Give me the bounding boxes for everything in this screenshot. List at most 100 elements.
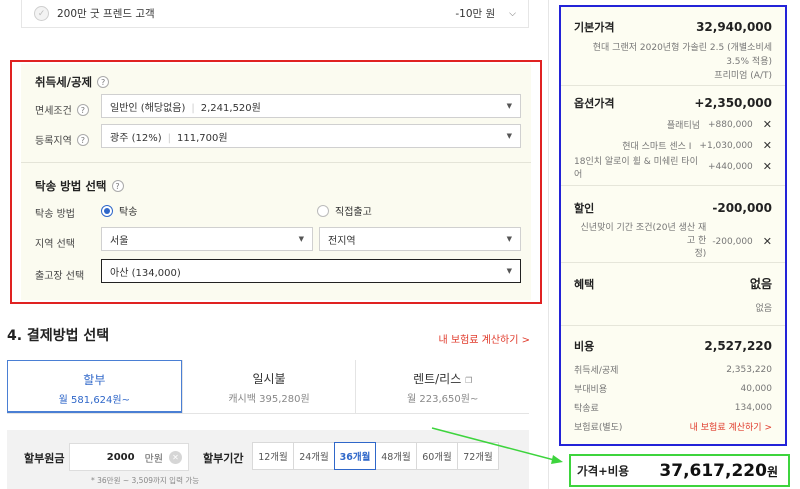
cost-row-value: 40,000 <box>740 383 773 394</box>
summary-divider <box>561 85 785 86</box>
region-amount: 111,700원 <box>176 132 228 144</box>
help-icon[interactable]: ? <box>76 104 89 116</box>
period-12[interactable]: 12개월 <box>252 442 294 470</box>
period-48[interactable]: 48개월 <box>375 442 417 470</box>
cost-row: 취득세/공제 2,353,220 <box>574 360 772 379</box>
help-icon[interactable]: ? <box>111 180 124 192</box>
factory-select[interactable]: 아산 (134,000) ▼ <box>101 259 521 283</box>
period-72[interactable]: 72개월 <box>457 442 499 470</box>
tax-section-title: 취득세/공제? <box>35 74 110 90</box>
principal-unit: 만원 <box>144 453 163 465</box>
dropdown-arrow-icon: ▼ <box>506 132 512 140</box>
discount-item-price: -200,000 <box>712 236 753 247</box>
tab-rent-lease[interactable]: 렌트/리스 ❐ 월 223,650원~ <box>355 360 529 413</box>
benefit-value: 없음 <box>749 277 772 291</box>
tax-and-delivery-panel: 취득세/공제? 면세조건? 일반인 (해당없음) | 2,241,520원 ▼ 등록… <box>21 64 531 300</box>
option-item-name: 현대 스마트 센스 I <box>622 142 692 152</box>
installment-panel: 할부원금 2000 만원 ✕ * 36만원 ~ 3,509까지 입력 가능 할부… <box>7 430 529 489</box>
delivery-city-select[interactable]: 서울 ▼ <box>101 227 313 251</box>
exemption-label: 면세조건? <box>35 102 89 117</box>
exemption-value: 일반인 (해당없음) <box>110 102 186 114</box>
tab-rent-lease-sub: 월 223,650원~ <box>407 394 479 405</box>
total-label: 가격+비용 <box>577 463 629 478</box>
cost-row: 부대비용 40,000 <box>574 379 772 398</box>
remove-icon[interactable]: ✕ <box>763 118 772 131</box>
base-price-section: 기본가격 32,940,000 현대 그랜저 2020년형 가솔린 2.5 (개… <box>561 19 785 83</box>
delivery-city-value: 서울 <box>110 235 129 247</box>
tab-lump-sum-title: 일시불 <box>252 372 286 386</box>
insurance-calc-link-summary[interactable]: 내 보험료 계산하기 > <box>690 420 772 433</box>
cost-row-name: 부대비용 <box>574 385 608 395</box>
exemption-select[interactable]: 일반인 (해당없음) | 2,241,520원 ▼ <box>101 94 521 118</box>
option-price-value: +2,350,000 <box>694 96 772 110</box>
delivery-method-label: 탁송 방법 <box>35 209 75 220</box>
summary-divider <box>561 185 785 186</box>
cost-row: 보험료(별도) 내 보험료 계산하기 > <box>574 417 772 436</box>
base-price-desc: 현대 그랜저 2020년형 가솔린 2.5 (개별소비세 3.5% 적용) <box>592 43 772 67</box>
period-options: 12개월 24개월 36개월 48개월 60개월 72개월 <box>252 442 499 470</box>
base-price-label: 기본가격 <box>574 21 615 34</box>
option-item-price: +440,000 <box>708 161 753 172</box>
total-amount: 37,617,220 <box>659 460 767 481</box>
insurance-calc-link[interactable]: 내 보험료 계산하기 > <box>438 331 530 346</box>
discount-item-name: 신년맞이 기간 조건(20년 생산 재고 한 <box>580 223 707 246</box>
cost-label: 비용 <box>574 340 595 353</box>
radio-direct-pickup[interactable]: 직접출고 <box>317 203 372 218</box>
cost-value: 2,527,220 <box>704 339 772 353</box>
payment-tabs: 할부 월 581,624원~ 일시불 캐시백 395,280원 렌트/리스 ❐ … <box>7 360 529 414</box>
total-value: 37,617,220원 <box>659 461 778 481</box>
tax-title-text: 취득세/공제 <box>35 75 93 89</box>
cost-section: 비용 2,527,220 취득세/공제 2,353,220 부대비용 40,00… <box>561 338 785 436</box>
help-icon[interactable]: ? <box>97 76 110 88</box>
dropdown-arrow-icon: ▼ <box>506 235 512 243</box>
option-item-price: +880,000 <box>708 119 753 130</box>
cost-row-name: 보험료(별도) <box>574 423 623 433</box>
period-60[interactable]: 60개월 <box>416 442 458 470</box>
clear-icon[interactable]: ✕ <box>169 450 182 464</box>
summary-divider <box>561 325 785 326</box>
tab-lump-sum-sub: 캐시백 395,280원 <box>228 394 310 405</box>
discount-option-row[interactable]: ✓ 200만 굿 프렌드 고객 -10만 원 ⌵ <box>21 0 529 28</box>
remove-icon[interactable]: ✕ <box>763 139 772 152</box>
discount-section: 할인 -200,000 신년맞이 기간 조건(20년 생산 재고 한 정) -2… <box>561 200 785 261</box>
cost-row-name: 탁송료 <box>574 404 599 414</box>
summary-divider <box>561 262 785 263</box>
option-price-section: 옵션가격 +2,350,000 플래티넘 +880,000 ✕ 현대 스마트 센… <box>561 95 785 180</box>
remove-icon[interactable]: ✕ <box>763 160 772 173</box>
exemption-label-text: 면세조건 <box>35 106 72 117</box>
tab-rent-lease-title: 렌트/리스 <box>413 372 462 386</box>
column-divider <box>548 0 549 489</box>
cost-row: 탁송료 134,000 <box>574 398 772 417</box>
principal-hint: * 36만원 ~ 3,509까지 입력 가능 <box>91 476 200 485</box>
period-24[interactable]: 24개월 <box>293 442 335 470</box>
radio-delivery[interactable]: 탁송 <box>101 203 137 218</box>
radio-unselected-icon[interactable] <box>317 204 329 217</box>
chevron-down-icon[interactable]: ⌵ <box>509 9 516 19</box>
cost-row-name: 취득세/공제 <box>574 366 619 376</box>
tax-and-delivery-box: 취득세/공제? 면세조건? 일반인 (해당없음) | 2,241,520원 ▼ 등록… <box>10 60 542 304</box>
base-price-trim: 프리미엄 (A/T) <box>714 71 772 81</box>
delivery-district-select[interactable]: 전지역 ▼ <box>319 227 521 251</box>
discount-label: 할인 <box>574 202 595 215</box>
delivery-region-label: 지역 선택 <box>35 239 75 250</box>
check-icon[interactable]: ✓ <box>34 6 49 21</box>
region-label: 등록지역? <box>35 132 89 147</box>
principal-label: 할부원금 <box>24 452 65 465</box>
period-36[interactable]: 36개월 <box>334 442 376 470</box>
dropdown-arrow-icon: ▼ <box>506 102 512 110</box>
radio-direct-pickup-label: 직접출고 <box>335 207 372 218</box>
discount-option-label: 200만 굿 프렌드 고객 <box>57 8 155 20</box>
radio-selected-icon[interactable] <box>101 204 113 217</box>
external-link-icon: ❐ <box>465 376 473 385</box>
principal-input[interactable]: 2000 만원 ✕ <box>69 443 189 471</box>
delivery-title-text: 탁송 방법 선택 <box>35 179 107 193</box>
tab-lump-sum[interactable]: 일시불 캐시백 395,280원 <box>181 360 356 413</box>
remove-icon[interactable]: ✕ <box>763 235 772 248</box>
tab-installment-sub: 월 581,624원~ <box>58 395 130 406</box>
tab-installment[interactable]: 할부 월 581,624원~ <box>7 360 182 413</box>
region-select[interactable]: 광주 (12%) | 111,700원 ▼ <box>101 124 521 148</box>
option-item: 18인치 알로이 휠 & 미쉐린 타이어 +440,000 ✕ <box>574 156 772 180</box>
region-label-text: 등록지역 <box>35 136 72 147</box>
help-icon[interactable]: ? <box>76 134 89 146</box>
benefit-label: 혜택 <box>574 278 595 291</box>
